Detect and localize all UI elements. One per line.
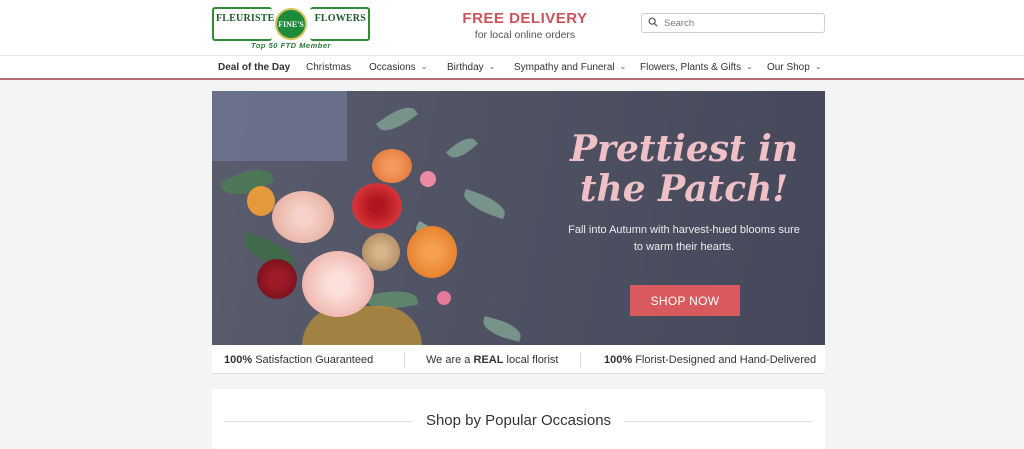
- free-delivery-banner: FREE DELIVERY for local online orders: [420, 10, 630, 41]
- site-header: FLEURISTE FINE'S FLOWERS Top 50 FTD Memb…: [0, 0, 1024, 55]
- benefit-text: local florist: [503, 354, 559, 366]
- logo-right-text: FLOWERS: [314, 13, 366, 24]
- benefit-text: Satisfaction Guaranteed: [252, 354, 374, 366]
- delivery-subtitle: for local online orders: [474, 29, 576, 41]
- chevron-down-icon: ⌄: [619, 62, 627, 71]
- benefits-strip: 100% Satisfaction Guaranteed We are a RE…: [212, 345, 825, 374]
- delivery-title: FREE DELIVERY: [462, 10, 588, 27]
- hero-headline: Prettiest in the Patch!: [569, 128, 799, 210]
- nav-occasions[interactable]: Occasions ⌄: [369, 62, 427, 73]
- search-input[interactable]: [664, 17, 814, 29]
- benefit-local-florist: We are a REAL local florist: [426, 354, 558, 366]
- nav-label: Deal of the Day: [218, 62, 291, 73]
- popular-occasions-section: Shop by Popular Occasions: [212, 389, 825, 449]
- nav-our-shop[interactable]: Our Shop ⌄: [767, 62, 822, 73]
- nav-label: Sympathy and Funeral: [514, 62, 615, 73]
- search-box[interactable]: [641, 13, 825, 33]
- shop-now-button[interactable]: SHOP NOW: [630, 285, 740, 316]
- nav-label: Christmas: [306, 62, 352, 73]
- benefit-emphasis: 100%: [604, 354, 633, 366]
- nav-flowers-plants-gifts[interactable]: Flowers, Plants & Gifts ⌄: [640, 62, 753, 73]
- nav-label: Occasions: [369, 62, 416, 73]
- chevron-down-icon: ⌄: [814, 62, 822, 71]
- nav-label: Our Shop: [767, 62, 810, 73]
- nav-christmas[interactable]: Christmas: [306, 62, 351, 73]
- benefit-satisfaction: 100% Satisfaction Guaranteed: [224, 354, 373, 366]
- logo-left-text: FLEURISTE: [216, 13, 275, 24]
- benefit-text: Florist-Designed and Hand-Delivered: [632, 354, 817, 366]
- benefit-emphasis: REAL: [473, 354, 504, 366]
- logo-center-text: FINE'S: [278, 19, 304, 29]
- nav-label: Birthday: [447, 62, 484, 73]
- hero-banner[interactable]: Prettiest in the Patch! Fall into Autumn…: [212, 91, 825, 345]
- benefit-text: We are a: [426, 354, 474, 366]
- chevron-down-icon: ⌄: [488, 62, 496, 71]
- search-icon: [648, 14, 658, 32]
- nav-sympathy-and-funeral[interactable]: Sympathy and Funeral ⌄: [514, 62, 626, 73]
- benefit-emphasis: 100%: [224, 354, 253, 366]
- chevron-down-icon: ⌄: [746, 62, 753, 71]
- benefit-hand-delivered: 100% Florist-Designed and Hand-Delivered: [604, 354, 816, 366]
- nav-label: Flowers, Plants & Gifts: [640, 62, 742, 73]
- chevron-down-icon: ⌄: [420, 62, 428, 71]
- benefit-divider: [580, 352, 581, 367]
- store-logo[interactable]: FLEURISTE FINE'S FLOWERS Top 50 FTD Memb…: [212, 7, 370, 51]
- main-nav: Deal of the Day Christmas Occasions ⌄ Bir…: [0, 55, 1024, 80]
- hero-curtain: [212, 91, 347, 161]
- section-divider-right: [624, 421, 812, 422]
- hero-subcopy: Fall into Autumn with harvest-hued bloom…: [568, 224, 800, 253]
- logo-tagline: Top 50 FTD Member: [251, 41, 331, 50]
- benefit-divider: [404, 352, 405, 367]
- nav-birthday[interactable]: Birthday ⌄: [447, 62, 495, 73]
- logo-seal: FINE'S: [275, 8, 307, 40]
- nav-deal-of-the-day[interactable]: Deal of the Day: [218, 62, 290, 73]
